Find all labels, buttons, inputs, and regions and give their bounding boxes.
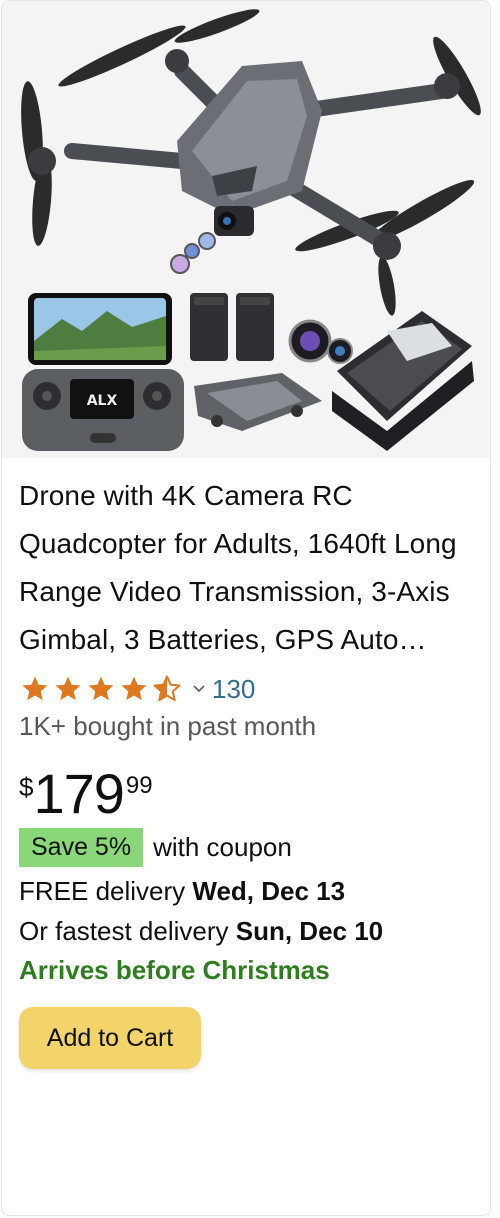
- coupon-badge[interactable]: Save 5%: [19, 828, 144, 867]
- free-delivery-prefix: FREE delivery: [19, 876, 193, 906]
- price-whole: 179: [33, 762, 124, 825]
- star-full-icon: [121, 676, 147, 701]
- fastest-delivery-date: Sun, Dec 10: [235, 916, 384, 946]
- arrives-before-christmas: Arrives before Christmas: [19, 955, 330, 985]
- product-image[interactable]: ALX: [2, 1, 490, 458]
- fastest-delivery-prefix: Or fastest delivery: [19, 916, 236, 946]
- price-fraction: 99: [125, 772, 153, 799]
- product-card[interactable]: ALX Drone with 4K Camera RC Quadcopter f…: [1, 0, 491, 1216]
- free-delivery-date: Wed, Dec 13: [192, 876, 346, 906]
- star-full-icon: [55, 676, 81, 701]
- star-rating[interactable]: [19, 674, 184, 704]
- coupon-text: with coupon: [153, 832, 292, 862]
- star-full-icon: [88, 676, 114, 701]
- star-half-icon: [153, 675, 181, 702]
- controller-screen-text: ALX: [87, 393, 118, 409]
- free-delivery-line: FREE delivery Wed, Dec 13: [19, 875, 474, 907]
- chevron-down-icon[interactable]: [192, 684, 206, 694]
- drone-product-illustration: ALX: [2, 1, 490, 458]
- rating-count-link[interactable]: 130: [212, 674, 255, 705]
- rating-row: 130: [19, 670, 474, 708]
- bought-in-past-month: 1K+ bought in past month: [19, 711, 317, 741]
- add-to-cart-button[interactable]: Add to Cart: [19, 1007, 201, 1069]
- coupon-row: Save 5% with coupon: [19, 828, 474, 867]
- price-symbol: $: [19, 772, 34, 802]
- product-title[interactable]: Drone with 4K Camera RC Quadcopter for A…: [19, 472, 474, 664]
- star-full-icon: [22, 676, 48, 701]
- price[interactable]: $ 179 99: [19, 766, 474, 822]
- fastest-delivery-line: Or fastest delivery Sun, Dec 10: [19, 915, 474, 947]
